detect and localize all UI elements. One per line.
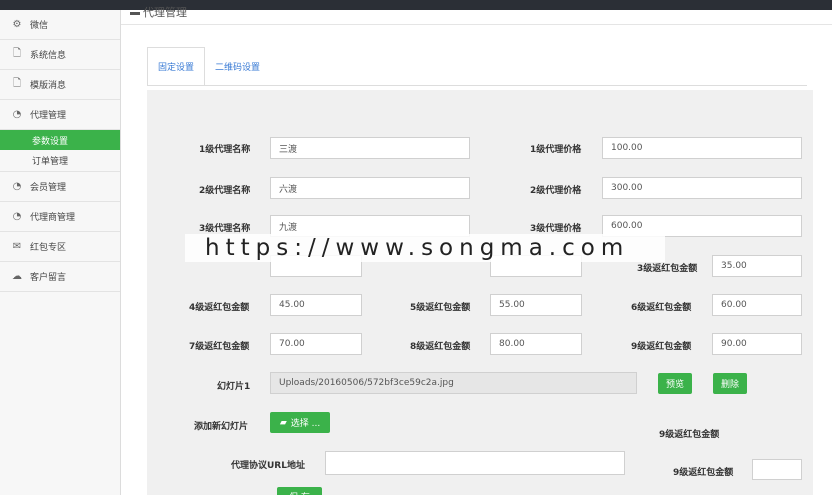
envelope-icon: ✉ <box>12 241 22 252</box>
divider <box>147 85 807 86</box>
agent-name-1-input[interactable]: 三渡 <box>270 137 470 159</box>
bonus-3-label: 3级返红包金额 <box>637 264 698 274</box>
tab-fixed-settings[interactable]: 固定设置 <box>147 47 206 86</box>
divider <box>121 24 832 25</box>
watermark-text: https://www.songma.com <box>185 234 665 262</box>
sidebar-subitem-params[interactable]: 参数设置 <box>0 130 120 150</box>
agreement-url-label: 代理协议URL地址 <box>231 461 305 471</box>
bonus-3-input[interactable]: 35.00 <box>712 255 802 277</box>
bonus-9-input[interactable]: 90.00 <box>712 333 802 355</box>
sidebar-item-label: 系统信息 <box>30 51 67 61</box>
bonus-8-input[interactable]: 80.00 <box>490 333 582 355</box>
agent-price-1-label: 1级代理价格 <box>530 145 582 155</box>
agent-price-1-input[interactable]: 100.00 <box>602 137 802 159</box>
slide-1-path-input[interactable]: Uploads/20160506/572bf3ce59c2a.jpg <box>270 372 637 394</box>
rss-icon: ◔ <box>12 211 22 222</box>
sidebar-subitem-orders[interactable]: 订单管理 <box>0 150 120 172</box>
sidebar-item-customer-message[interactable]: ☁ 客户留言 <box>0 262 120 292</box>
sidebar-item-label: 红包专区 <box>30 243 67 253</box>
agent-name-2-input[interactable]: 六渡 <box>270 177 470 199</box>
top-bar <box>0 0 832 10</box>
agent-name-2-label: 2级代理名称 <box>199 186 251 196</box>
page-title: 代理管理 <box>130 4 187 20</box>
sidebar-item-label: 代理管理 <box>30 111 67 121</box>
file-icon: 🗋 <box>12 78 22 89</box>
floating-label: 9级返红包金额 <box>659 430 720 440</box>
bonus-4-input[interactable]: 45.00 <box>270 294 362 316</box>
bonus-6-label: 6级返红包金额 <box>631 303 692 313</box>
save-button[interactable]: 保 存 <box>277 487 322 495</box>
bonus-9-label: 9级返红包金额 <box>631 342 692 352</box>
bonus-4-label: 4级返红包金额 <box>189 303 250 313</box>
sidebar-item-label: 代理商管理 <box>30 213 76 223</box>
sidebar-item-template-message[interactable]: 🗋 模版消息 <box>0 70 120 100</box>
agent-name-3-label: 3级代理名称 <box>199 224 251 234</box>
settings-panel: 1级代理名称 三渡 1级代理价格 100.00 2级代理名称 六渡 2级代理价格… <box>147 90 813 495</box>
floating-input[interactable] <box>752 459 802 480</box>
add-slide-label: 添加新幻灯片 <box>194 422 249 432</box>
floating-label: 9级返红包金额 <box>673 468 734 478</box>
agent-price-2-label: 2级代理价格 <box>530 186 582 196</box>
bonus-6-input[interactable]: 60.00 <box>712 294 802 316</box>
sidebar-item-agent-management[interactable]: ◔ 代理管理 <box>0 100 120 130</box>
menu-icon <box>130 11 140 15</box>
agreement-url-input[interactable] <box>325 451 625 475</box>
file-icon: 🗋 <box>12 48 22 59</box>
tab-qrcode-settings[interactable]: 二维码设置 <box>205 47 270 86</box>
bonus-8-label: 8级返红包金额 <box>410 342 471 352</box>
bonus-5-label: 5级返红包金额 <box>410 303 471 313</box>
sidebar-item-label: 模版消息 <box>30 81 67 91</box>
select-file-button[interactable]: ▰ 选择 ... <box>270 412 330 433</box>
sidebar-item-member-management[interactable]: ◔ 会员管理 <box>0 172 120 202</box>
chat-icon: ☁ <box>12 271 22 282</box>
sidebar: ⚙ 微信 🗋 系统信息 🗋 模版消息 ◔ 代理管理 参数设置 订单管理 ◔ 会员管理 ◔ 代… <box>0 10 121 495</box>
sidebar-item-system-info[interactable]: 🗋 系统信息 <box>0 40 120 70</box>
sidebar-subitem-label: 订单管理 <box>32 157 69 167</box>
sidebar-item-dealer-management[interactable]: ◔ 代理商管理 <box>0 202 120 232</box>
bonus-5-input[interactable]: 55.00 <box>490 294 582 316</box>
slide-1-label: 幻灯片1 <box>217 382 251 392</box>
gear-icon: ⚙ <box>12 19 22 30</box>
bonus-7-input[interactable]: 70.00 <box>270 333 362 355</box>
sidebar-item-wechat[interactable]: ⚙ 微信 <box>0 10 120 40</box>
agent-name-1-label: 1级代理名称 <box>199 145 251 155</box>
rss-icon: ◔ <box>12 109 22 120</box>
sidebar-item-label: 客户留言 <box>30 273 67 283</box>
sidebar-item-red-envelope[interactable]: ✉ 红包专区 <box>0 232 120 262</box>
rss-icon: ◔ <box>12 181 22 192</box>
preview-button[interactable]: 预览 <box>658 373 692 394</box>
sidebar-subitem-label: 参数设置 <box>32 136 69 147</box>
sidebar-item-label: 微信 <box>30 21 49 31</box>
bonus-7-label: 7级返红包金额 <box>189 342 250 352</box>
folder-open-icon: ▰ <box>279 417 287 428</box>
agent-price-2-input[interactable]: 300.00 <box>602 177 802 199</box>
sidebar-item-label: 会员管理 <box>30 183 67 193</box>
agent-price-3-label: 3级代理价格 <box>530 224 582 234</box>
delete-button[interactable]: 删除 <box>713 373 747 394</box>
tab-bar: 固定设置 二维码设置 <box>147 47 270 86</box>
